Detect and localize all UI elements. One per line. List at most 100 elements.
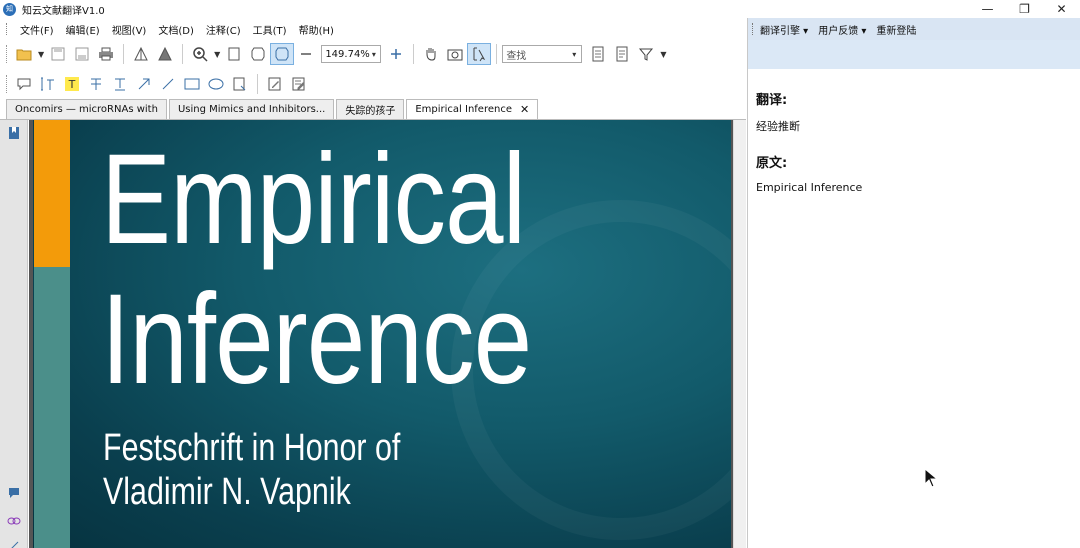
print-icon[interactable]	[94, 43, 118, 65]
text-select-icon[interactable]	[36, 73, 60, 95]
close-button[interactable]: ✕	[1043, 0, 1080, 18]
translation-text[interactable]: 经验推断	[756, 118, 1072, 134]
save-as-icon[interactable]	[70, 43, 94, 65]
tab-empirical-inference[interactable]: Empirical Inference ✕	[406, 99, 539, 119]
minimize-button[interactable]: —	[969, 0, 1006, 18]
edit-list-icon[interactable]	[287, 73, 311, 95]
tab-label: 失踪的孩子	[345, 106, 396, 117]
book-subtitle-line1: Festschrift in Honor of	[103, 427, 401, 469]
vertical-scrollbar[interactable]	[733, 120, 746, 548]
line-icon[interactable]	[156, 73, 180, 95]
translation-heading: 翻译:	[756, 93, 788, 108]
rotate-left-icon[interactable]	[129, 43, 153, 65]
book-title-line2: Inference	[101, 268, 532, 411]
toolbar-grip	[6, 75, 8, 93]
comments-icon[interactable]	[7, 486, 21, 500]
toolbar-separator	[123, 44, 125, 64]
restore-button[interactable]: ❐	[1006, 0, 1043, 18]
highlight-swatch: T	[65, 77, 79, 91]
highlight-icon[interactable]: T	[60, 73, 84, 95]
mouse-cursor-icon	[924, 467, 939, 491]
document-tabs: Oncomirs — microRNAs with Using Mimics a…	[0, 99, 746, 120]
filter-dropdown-icon[interactable]: ▼	[660, 50, 666, 59]
menu-view[interactable]: 视图(V)	[106, 22, 153, 37]
snapshot-icon[interactable]	[443, 43, 467, 65]
book-subtitle[interactable]: Festschrift in Honor of Vladimir N. Vapn…	[103, 426, 400, 514]
find-placeholder: 查找	[506, 50, 527, 62]
original-heading: 原文:	[756, 156, 788, 171]
zoom-in-icon[interactable]	[188, 43, 212, 65]
menu-help[interactable]: 帮助(H)	[293, 22, 340, 37]
select-text-icon[interactable]	[467, 43, 492, 65]
rotate-right-icon[interactable]	[153, 43, 177, 65]
relogin-menu[interactable]: 重新登陆	[876, 22, 916, 37]
edit-note-icon[interactable]	[263, 73, 287, 95]
window-title: 知云文献翻译V1.0	[22, 5, 105, 17]
app-window: 知 知云文献翻译V1.0 — ❐ ✕ 文件(F) 编辑(E) 视图(V) 文档(…	[0, 0, 1080, 548]
menu-bar: 文件(F) 编辑(E) 视图(V) 文档(D) 注释(C) 工具(T) 帮助(H…	[0, 19, 746, 39]
menu-document[interactable]: 文档(D)	[152, 22, 200, 37]
zoom-dropdown-icon[interactable]: ▼	[214, 50, 220, 59]
main-toolbar: ▼ ▼ 149.74% ▾ 查找 ▾ ▼	[0, 40, 746, 68]
find-prev-icon[interactable]	[586, 43, 610, 65]
stamp-icon[interactable]	[228, 73, 252, 95]
fit-width-icon[interactable]	[246, 43, 270, 65]
bookmarks-icon[interactable]	[7, 126, 21, 140]
arrow-icon[interactable]	[132, 73, 156, 95]
zoom-select[interactable]: 149.74% ▾	[321, 45, 382, 63]
hand-tool-icon[interactable]	[419, 43, 443, 65]
save-icon[interactable]	[46, 43, 70, 65]
menu-tools[interactable]: 工具(T)	[247, 22, 293, 37]
find-input[interactable]: 查找 ▾	[502, 45, 583, 63]
underline-icon[interactable]	[108, 73, 132, 95]
cover-teal-stripe	[34, 267, 70, 548]
close-tab-icon[interactable]: ✕	[520, 103, 529, 116]
strikethrough-icon[interactable]	[84, 73, 108, 95]
tab-label: Oncomirs — microRNAs with	[15, 104, 158, 115]
ellipse-icon[interactable]	[204, 73, 228, 95]
toolbar-separator	[496, 44, 498, 64]
translation-panel: 翻译引擎 ▾ 用户反馈 ▾ 重新登陆 翻译: 经验推断 原文: Empirica…	[747, 18, 1080, 548]
book-subtitle-line2: Vladimir N. Vapnik	[103, 471, 351, 513]
original-text[interactable]: Empirical Inference	[756, 181, 1072, 194]
tab-using-mimics[interactable]: Using Mimics and Inhibitors...	[168, 99, 335, 119]
side-rail	[0, 120, 28, 548]
toolbar-separator	[257, 74, 258, 94]
menu-edit[interactable]: 编辑(E)	[60, 22, 106, 37]
book-title-line1: Empirical	[101, 128, 526, 271]
toolbar-separator	[182, 44, 184, 64]
book-cover-page: Empirical Inference Festschrift in Honor…	[33, 120, 731, 548]
zoom-out-icon[interactable]	[294, 43, 318, 65]
translation-panel-menu: 翻译引擎 ▾ 用户反馈 ▾ 重新登陆	[748, 18, 1080, 40]
annotation-toolbar: T	[0, 70, 746, 98]
find-next-icon[interactable]	[610, 43, 634, 65]
menu-grip	[6, 23, 8, 35]
user-feedback-menu[interactable]: 用户反馈 ▾	[818, 22, 866, 37]
zoom-plus-icon[interactable]	[384, 43, 408, 65]
tab-label: Empirical Inference	[415, 104, 512, 115]
zoom-value: 149.74%	[325, 48, 370, 60]
chevron-down-icon: ▾	[371, 49, 376, 59]
menu-comment[interactable]: 注释(C)	[200, 22, 247, 37]
links-icon[interactable]	[7, 514, 21, 528]
chevron-down-icon: ▾	[572, 49, 577, 59]
document-viewer[interactable]: Empirical Inference Festschrift in Honor…	[29, 120, 746, 548]
comment-icon[interactable]	[12, 73, 36, 95]
menu-file[interactable]: 文件(F)	[14, 22, 60, 37]
rectangle-icon[interactable]	[180, 73, 204, 95]
tab-label: Using Mimics and Inhibitors...	[177, 104, 326, 115]
actual-size-icon[interactable]	[270, 43, 295, 65]
filter-icon[interactable]	[634, 43, 658, 65]
attachments-icon[interactable]	[7, 538, 21, 548]
open-folder-icon[interactable]	[12, 43, 36, 65]
toolbar-grip	[6, 45, 8, 63]
open-dropdown-icon[interactable]: ▼	[38, 50, 44, 59]
translation-engine-menu[interactable]: 翻译引擎 ▾	[760, 22, 808, 37]
fit-page-icon[interactable]	[222, 43, 246, 65]
translation-content: 翻译: 经验推断 原文: Empirical Inference	[748, 69, 1080, 232]
tab-oncomirs[interactable]: Oncomirs — microRNAs with	[6, 99, 167, 119]
translation-panel-header	[748, 40, 1080, 69]
book-title[interactable]: Empirical Inference	[101, 128, 532, 411]
cover-orange-stripe	[34, 120, 70, 267]
tab-missing-child[interactable]: 失踪的孩子	[336, 99, 405, 119]
